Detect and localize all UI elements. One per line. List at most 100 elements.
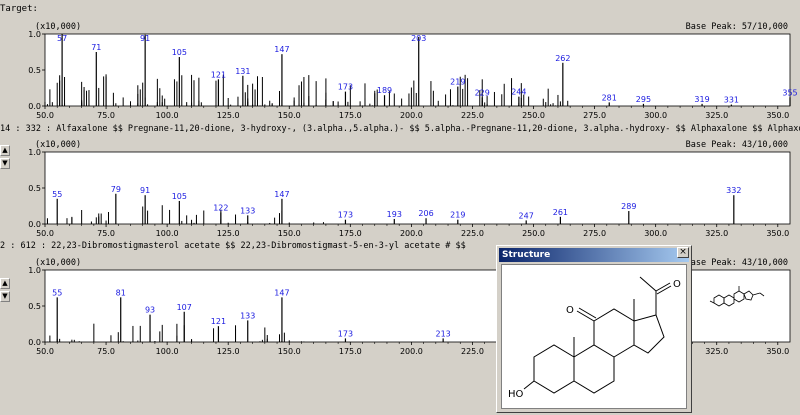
peak-label: 91 bbox=[140, 34, 150, 43]
peak-label: 122 bbox=[213, 203, 228, 212]
peak-label: 244 bbox=[511, 88, 526, 97]
peak-label: 173 bbox=[338, 211, 353, 220]
x-tick-label: 325.0 bbox=[705, 111, 728, 120]
peak-label: 173 bbox=[338, 329, 353, 338]
peak-label: 121 bbox=[211, 70, 226, 79]
peak-label: 107 bbox=[177, 303, 192, 312]
x-tick-label: 175.0 bbox=[339, 229, 362, 238]
peak-label: 71 bbox=[91, 43, 101, 52]
structure-thumbnail[interactable] bbox=[708, 284, 768, 310]
intensity-scale-label: (x10,000) bbox=[35, 140, 82, 150]
peak-label: 55 bbox=[52, 288, 62, 297]
x-tick-label: 275.0 bbox=[583, 229, 606, 238]
peak-label: 229 bbox=[475, 88, 490, 97]
peak-label: 147 bbox=[274, 288, 289, 297]
y-tick-label: 0.0 bbox=[28, 338, 41, 347]
x-tick-label: 350.0 bbox=[766, 111, 789, 120]
x-tick-label: 250.0 bbox=[522, 111, 545, 120]
peak-label: 147 bbox=[274, 190, 289, 199]
peak-label: 147 bbox=[274, 45, 289, 54]
x-tick-label: 225.0 bbox=[461, 347, 484, 356]
x-tick-label: 75.0 bbox=[97, 111, 115, 120]
x-tick-label: 200.0 bbox=[400, 229, 423, 238]
peak-label: 213 bbox=[436, 329, 451, 338]
x-tick-label: 125.0 bbox=[217, 229, 240, 238]
peak-label: 281 bbox=[602, 93, 617, 102]
peak-label: 105 bbox=[172, 192, 187, 201]
hit-1-description[interactable]: 14 : 332 : Alfaxalone $$ Pregnane-11,20-… bbox=[0, 124, 800, 134]
peak-label: 57 bbox=[57, 34, 67, 43]
x-tick-label: 150.0 bbox=[278, 229, 301, 238]
structure-window[interactable]: Structure × O O HO bbox=[496, 245, 692, 413]
x-tick-label: 225.0 bbox=[461, 229, 484, 238]
peak-label: 262 bbox=[555, 54, 570, 63]
peak-label: 203 bbox=[411, 34, 426, 43]
x-tick-label: 50.0 bbox=[36, 347, 54, 356]
peak-label: 93 bbox=[145, 306, 155, 315]
peak-label: 289 bbox=[621, 202, 636, 211]
y-tick-label: 0.5 bbox=[28, 66, 41, 75]
x-tick-label: 50.0 bbox=[36, 111, 54, 120]
intensity-scale-label: (x10,000) bbox=[35, 22, 82, 32]
target-spectrum-plot[interactable]: 1.0 0.5 0.050.0 75.0 100.0 125.0 150.0 175.0 200… bbox=[0, 30, 800, 128]
x-tick-label: 150.0 bbox=[278, 347, 301, 356]
x-tick-label: 175.0 bbox=[339, 111, 362, 120]
x-tick-label: 225.0 bbox=[461, 111, 484, 120]
peak-label: 295 bbox=[636, 95, 651, 104]
x-tick-label: 325.0 bbox=[705, 229, 728, 238]
y-tick-label: 1.0 bbox=[28, 266, 41, 275]
x-tick-label: 200.0 bbox=[400, 347, 423, 356]
x-tick-label: 100.0 bbox=[156, 347, 179, 356]
peak-label: 133 bbox=[240, 311, 255, 320]
peak-label: 219 bbox=[450, 211, 465, 220]
peak-label: 247 bbox=[519, 211, 534, 220]
x-tick-label: 50.0 bbox=[36, 229, 54, 238]
x-tick-label: 100.0 bbox=[156, 111, 179, 120]
y-tick-label: 0.5 bbox=[28, 184, 41, 193]
peak-label: 81 bbox=[116, 288, 126, 297]
peak-label: 193 bbox=[387, 210, 402, 219]
x-tick-label: 250.0 bbox=[522, 229, 545, 238]
x-tick-label: 300.0 bbox=[644, 229, 667, 238]
base-peak-label: Base Peak: 43/10,000 bbox=[685, 258, 788, 268]
x-tick-label: 75.0 bbox=[97, 347, 115, 356]
peak-label: 131 bbox=[235, 67, 250, 76]
peak-label: 261 bbox=[553, 208, 568, 217]
base-peak-label: Base Peak: 43/10,000 bbox=[685, 140, 788, 150]
intensity-scale-label: (x10,000) bbox=[35, 258, 82, 268]
peak-label: 173 bbox=[338, 83, 353, 92]
structure-window-title[interactable]: Structure bbox=[499, 248, 689, 262]
hit-1-spectrum-plot[interactable]: 1.0 0.5 0.050.0 75.0 100.0 125.0 150.0 175.0 200… bbox=[0, 148, 800, 246]
peak-label: 219 bbox=[450, 78, 465, 87]
x-tick-label: 175.0 bbox=[339, 347, 362, 356]
structure-drawing-area: O O HO bbox=[501, 264, 687, 409]
x-tick-label: 200.0 bbox=[400, 111, 423, 120]
peak-label: 189 bbox=[377, 86, 392, 95]
peak-label: 355 bbox=[782, 88, 797, 97]
peak-label: 55 bbox=[52, 190, 62, 199]
x-tick-label: 300.0 bbox=[644, 111, 667, 120]
x-tick-label: 350.0 bbox=[766, 229, 789, 238]
peak-label: 105 bbox=[172, 48, 187, 57]
x-tick-label: 350.0 bbox=[766, 347, 789, 356]
y-tick-label: 0.0 bbox=[28, 102, 41, 111]
acetyl-oxygen-label: O bbox=[673, 279, 681, 290]
target-label: Target: bbox=[0, 4, 38, 14]
peak-label: 121 bbox=[211, 317, 226, 326]
peak-label: 79 bbox=[111, 185, 121, 194]
x-tick-label: 325.0 bbox=[705, 347, 728, 356]
y-tick-label: 1.0 bbox=[28, 30, 41, 39]
peak-label: 331 bbox=[724, 96, 739, 105]
base-peak-label: Base Peak: 57/10,000 bbox=[685, 22, 788, 32]
peak-label: 133 bbox=[240, 206, 255, 215]
y-tick-label: 0.5 bbox=[28, 302, 41, 311]
peak-label: 319 bbox=[694, 95, 709, 104]
x-tick-label: 75.0 bbox=[97, 229, 115, 238]
peak-label: 332 bbox=[726, 186, 741, 195]
y-tick-label: 0.0 bbox=[28, 220, 41, 229]
x-tick-label: 275.0 bbox=[583, 111, 606, 120]
x-tick-label: 125.0 bbox=[217, 347, 240, 356]
peak-label: 91 bbox=[140, 186, 150, 195]
molecule-structure: O O HO bbox=[508, 276, 681, 400]
close-button[interactable]: × bbox=[677, 247, 689, 258]
